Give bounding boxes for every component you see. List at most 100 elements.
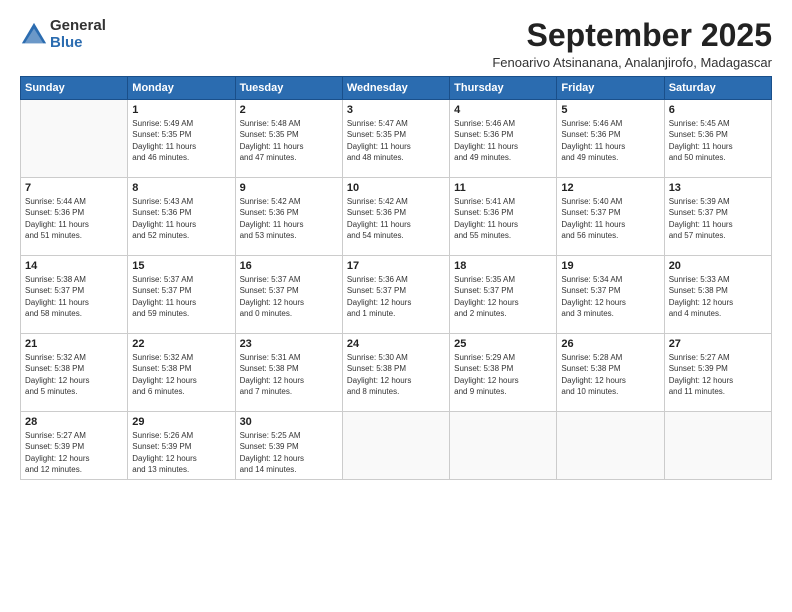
day-info: Sunrise: 5:32 AM Sunset: 5:38 PM Dayligh… (132, 352, 230, 397)
day-info: Sunrise: 5:46 AM Sunset: 5:36 PM Dayligh… (454, 118, 552, 163)
table-row: 26Sunrise: 5:28 AM Sunset: 5:38 PM Dayli… (557, 334, 664, 412)
table-row (21, 100, 128, 178)
day-info: Sunrise: 5:37 AM Sunset: 5:37 PM Dayligh… (240, 274, 338, 319)
calendar-week-2: 7 Sunrise: 5:44 AM Sunset: 5:36 PM Daylig… (21, 178, 772, 256)
table-row (450, 412, 557, 480)
day-info: Sunrise: 5:42 AM Sunset: 5:36 PM Dayligh… (240, 196, 338, 241)
logo-icon (20, 21, 48, 49)
day-info: Sunrise: 5:48 AM Sunset: 5:35 PM Dayligh… (240, 118, 338, 163)
day-number: 20 (669, 260, 767, 272)
page: General Blue September 2025 Fenoarivo At… (0, 0, 792, 612)
day-info: Sunrise: 5:33 AM Sunset: 5:38 PM Dayligh… (669, 274, 767, 319)
table-row: 2 Sunrise: 5:48 AM Sunset: 5:35 PM Daylig… (235, 100, 342, 178)
day-info: Sunrise: 5:41 AM Sunset: 5:36 PM Dayligh… (454, 196, 552, 241)
table-row: 27Sunrise: 5:27 AM Sunset: 5:39 PM Dayli… (664, 334, 771, 412)
table-row: 25 Sunrise: 5:29 AM Sunset: 5:38 PM Dayli… (450, 334, 557, 412)
col-thursday: Thursday (450, 77, 557, 100)
table-row: 5 Sunrise: 5:46 AM Sunset: 5:36 PM Daylig… (557, 100, 664, 178)
day-number: 18 (454, 260, 552, 272)
table-row: 16Sunrise: 5:37 AM Sunset: 5:37 PM Dayli… (235, 256, 342, 334)
calendar-week-1: 1 Sunrise: 5:49 AM Sunset: 5:35 PM Daylig… (21, 100, 772, 178)
table-row: 20 Sunrise: 5:33 AM Sunset: 5:38 PM Dayli… (664, 256, 771, 334)
table-row: 15Sunrise: 5:37 AM Sunset: 5:37 PM Dayli… (128, 256, 235, 334)
table-row (664, 412, 771, 480)
table-row: 30Sunrise: 5:25 AM Sunset: 5:39 PM Dayli… (235, 412, 342, 480)
table-row: 11 Sunrise: 5:41 AM Sunset: 5:36 PM Dayli… (450, 178, 557, 256)
day-info: Sunrise: 5:43 AM Sunset: 5:36 PM Dayligh… (132, 196, 230, 241)
table-row: 12 Sunrise: 5:40 AM Sunset: 5:37 PM Dayli… (557, 178, 664, 256)
day-number: 4 (454, 104, 552, 116)
col-saturday: Saturday (664, 77, 771, 100)
table-row: 24Sunrise: 5:30 AM Sunset: 5:38 PM Dayli… (342, 334, 449, 412)
col-friday: Friday (557, 77, 664, 100)
day-info: Sunrise: 5:28 AM Sunset: 5:38 PM Dayligh… (561, 352, 659, 397)
day-info: Sunrise: 5:40 AM Sunset: 5:37 PM Dayligh… (561, 196, 659, 241)
table-row (557, 412, 664, 480)
header-row: Sunday Monday Tuesday Wednesday Thursday… (21, 77, 772, 100)
day-info: Sunrise: 5:31 AM Sunset: 5:38 PM Dayligh… (240, 352, 338, 397)
table-row: 21 Sunrise: 5:32 AM Sunset: 5:38 PM Dayli… (21, 334, 128, 412)
table-row: 13Sunrise: 5:39 AM Sunset: 5:37 PM Dayli… (664, 178, 771, 256)
day-info: Sunrise: 5:38 AM Sunset: 5:37 PM Dayligh… (25, 274, 123, 319)
day-number: 2 (240, 104, 338, 116)
title-section: September 2025 Fenoarivo Atsinanana, Ana… (492, 18, 772, 70)
day-number: 28 (25, 416, 123, 428)
calendar-week-3: 14Sunrise: 5:38 AM Sunset: 5:37 PM Dayli… (21, 256, 772, 334)
calendar-week-5: 28 Sunrise: 5:27 AM Sunset: 5:39 PM Dayli… (21, 412, 772, 480)
month-title: September 2025 (492, 18, 772, 53)
table-row: 18 Sunrise: 5:35 AM Sunset: 5:37 PM Dayli… (450, 256, 557, 334)
table-row: 29 Sunrise: 5:26 AM Sunset: 5:39 PM Dayli… (128, 412, 235, 480)
day-number: 19 (561, 260, 659, 272)
day-number: 21 (25, 338, 123, 350)
day-number: 3 (347, 104, 445, 116)
day-info: Sunrise: 5:34 AM Sunset: 5:37 PM Dayligh… (561, 274, 659, 319)
calendar-week-4: 21 Sunrise: 5:32 AM Sunset: 5:38 PM Dayli… (21, 334, 772, 412)
table-row: 4 Sunrise: 5:46 AM Sunset: 5:36 PM Daylig… (450, 100, 557, 178)
col-sunday: Sunday (21, 77, 128, 100)
table-row: 7 Sunrise: 5:44 AM Sunset: 5:36 PM Daylig… (21, 178, 128, 256)
table-row: 14Sunrise: 5:38 AM Sunset: 5:37 PM Dayli… (21, 256, 128, 334)
logo-general: General (50, 18, 106, 35)
day-info: Sunrise: 5:44 AM Sunset: 5:36 PM Dayligh… (25, 196, 123, 241)
table-row: 23 Sunrise: 5:31 AM Sunset: 5:38 PM Dayli… (235, 334, 342, 412)
table-row: 28 Sunrise: 5:27 AM Sunset: 5:39 PM Dayli… (21, 412, 128, 480)
day-info: Sunrise: 5:26 AM Sunset: 5:39 PM Dayligh… (132, 430, 230, 475)
day-info: Sunrise: 5:29 AM Sunset: 5:38 PM Dayligh… (454, 352, 552, 397)
day-number: 10 (347, 182, 445, 194)
day-info: Sunrise: 5:46 AM Sunset: 5:36 PM Dayligh… (561, 118, 659, 163)
day-info: Sunrise: 5:27 AM Sunset: 5:39 PM Dayligh… (25, 430, 123, 475)
day-number: 17 (347, 260, 445, 272)
day-info: Sunrise: 5:49 AM Sunset: 5:35 PM Dayligh… (132, 118, 230, 163)
day-number: 1 (132, 104, 230, 116)
day-number: 30 (240, 416, 338, 428)
day-number: 8 (132, 182, 230, 194)
location-subtitle: Fenoarivo Atsinanana, Analanjirofo, Mada… (492, 55, 772, 70)
table-row: 10 Sunrise: 5:42 AM Sunset: 5:36 PM Dayli… (342, 178, 449, 256)
day-number: 6 (669, 104, 767, 116)
day-number: 9 (240, 182, 338, 194)
day-number: 11 (454, 182, 552, 194)
day-info: Sunrise: 5:36 AM Sunset: 5:37 PM Dayligh… (347, 274, 445, 319)
day-number: 25 (454, 338, 552, 350)
day-number: 22 (132, 338, 230, 350)
col-wednesday: Wednesday (342, 77, 449, 100)
day-number: 5 (561, 104, 659, 116)
day-info: Sunrise: 5:27 AM Sunset: 5:39 PM Dayligh… (669, 352, 767, 397)
logo: General Blue (20, 18, 106, 51)
day-number: 7 (25, 182, 123, 194)
table-row (342, 412, 449, 480)
header: General Blue September 2025 Fenoarivo At… (20, 18, 772, 70)
day-info: Sunrise: 5:39 AM Sunset: 5:37 PM Dayligh… (669, 196, 767, 241)
day-info: Sunrise: 5:32 AM Sunset: 5:38 PM Dayligh… (25, 352, 123, 397)
day-info: Sunrise: 5:47 AM Sunset: 5:35 PM Dayligh… (347, 118, 445, 163)
day-info: Sunrise: 5:42 AM Sunset: 5:36 PM Dayligh… (347, 196, 445, 241)
day-number: 24 (347, 338, 445, 350)
day-number: 29 (132, 416, 230, 428)
logo-blue: Blue (50, 35, 106, 52)
day-number: 12 (561, 182, 659, 194)
table-row: 1 Sunrise: 5:49 AM Sunset: 5:35 PM Daylig… (128, 100, 235, 178)
day-number: 23 (240, 338, 338, 350)
day-info: Sunrise: 5:45 AM Sunset: 5:36 PM Dayligh… (669, 118, 767, 163)
day-info: Sunrise: 5:37 AM Sunset: 5:37 PM Dayligh… (132, 274, 230, 319)
day-info: Sunrise: 5:35 AM Sunset: 5:37 PM Dayligh… (454, 274, 552, 319)
